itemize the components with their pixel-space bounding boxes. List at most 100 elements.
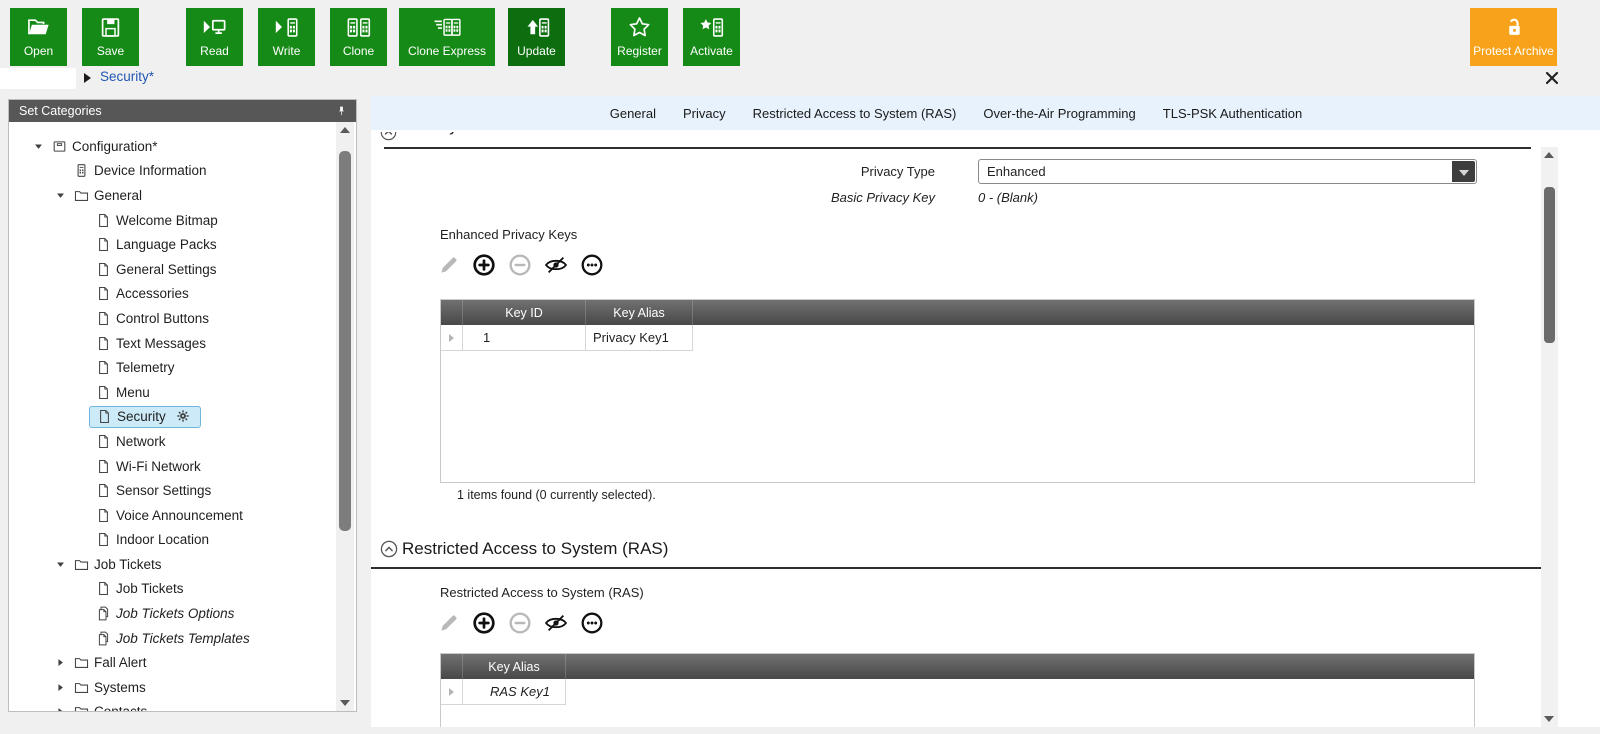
folder-icon (71, 679, 91, 696)
sidebar-item-security[interactable]: Security (9, 405, 356, 430)
expander-down-icon[interactable] (49, 559, 71, 570)
more-ellipsis-icon[interactable] (579, 610, 605, 636)
activate-button[interactable]: Activate (683, 8, 740, 66)
sidebar-item-fall-alert[interactable]: Fall Alert (9, 650, 356, 675)
pin-icon[interactable] (335, 105, 348, 118)
sidebar-item-sensor-settings[interactable]: Sensor Settings (9, 478, 356, 503)
close-icon[interactable] (1545, 71, 1559, 85)
sidebar-item-text-messages[interactable]: Text Messages (9, 331, 356, 356)
register-button[interactable]: Register (611, 8, 668, 66)
sidebar-item-configuration[interactable]: Configuration* (9, 134, 356, 159)
gear-icon[interactable] (175, 408, 191, 424)
dropdown-arrow-icon[interactable] (1452, 161, 1475, 182)
key-id-column-header[interactable]: Key ID (463, 300, 586, 325)
key-alias-column-header[interactable]: Key Alias (586, 300, 693, 325)
chevron-up-circle-icon[interactable] (380, 132, 397, 141)
privacy-type-dropdown[interactable]: Enhanced (978, 159, 1477, 184)
sidebar-item-general-settings[interactable]: General Settings (9, 257, 356, 282)
key-alias-column-header[interactable]: Key Alias (463, 654, 566, 679)
register-star-icon (626, 14, 653, 41)
hide-eye-off-icon[interactable] (543, 610, 569, 636)
clone-express-button[interactable]: Clone Express (399, 8, 495, 66)
key-id-cell[interactable]: 1 (463, 325, 586, 351)
sidebar-item-job-tickets[interactable]: Job Tickets (9, 577, 356, 602)
sidebar-item-network[interactable]: Network (9, 429, 356, 454)
expander-right-icon[interactable] (49, 682, 71, 693)
key-alias-cell[interactable]: Privacy Key1 (586, 325, 693, 351)
tree-scrollbar-thumb[interactable] (339, 151, 351, 531)
breadcrumb[interactable]: Security* (100, 69, 154, 84)
sidebar-item-voice-announcement[interactable]: Voice Announcement (9, 503, 356, 528)
sidebar-item-indoor-location[interactable]: Indoor Location (9, 528, 356, 553)
main-scrollbar-thumb[interactable] (1544, 187, 1555, 343)
sidebar-item-accessories[interactable]: Accessories (9, 282, 356, 307)
privacy-section-header: Privacy (380, 132, 880, 146)
ras-section-header[interactable]: Restricted Access to System (RAS) (380, 539, 668, 559)
tab-tls-psk[interactable]: TLS-PSK Authentication (1163, 106, 1302, 121)
scroll-down-arrow-icon[interactable] (1544, 716, 1554, 722)
chevron-up-circle-icon[interactable] (380, 540, 398, 558)
sidebar-item-control-buttons[interactable]: Control Buttons (9, 306, 356, 331)
tab-general[interactable]: General (610, 106, 656, 121)
write-button[interactable]: Write (258, 8, 315, 66)
open-button[interactable]: Open (10, 8, 67, 66)
tree-scrollbar[interactable] (336, 122, 354, 711)
open-folder-icon (25, 14, 52, 41)
tab-ras[interactable]: Restricted Access to System (RAS) (753, 106, 957, 121)
write-to-device-icon (273, 14, 300, 41)
remove-circle-icon[interactable] (507, 252, 533, 278)
tab-privacy[interactable]: Privacy (683, 106, 726, 121)
document-icon (93, 285, 113, 302)
update-button[interactable]: Update (508, 8, 565, 66)
expander-right-icon[interactable] (49, 657, 71, 668)
document-icon (93, 580, 113, 597)
scroll-up-arrow-icon[interactable] (340, 127, 350, 133)
ras-section-title: Restricted Access to System (RAS) (402, 539, 668, 559)
clone-devices-icon (345, 14, 372, 41)
sidebar-item-device-information[interactable]: Device Information (9, 159, 356, 184)
tab-ota-programming[interactable]: Over-the-Air Programming (983, 106, 1135, 121)
privacy-type-label: Privacy Type (735, 164, 935, 179)
sidebar-item-job-tickets-folder[interactable]: Job Tickets (9, 552, 356, 577)
document-icon (93, 531, 113, 548)
document-icon (93, 482, 113, 499)
save-button[interactable]: Save (82, 8, 139, 66)
hide-eye-off-icon[interactable] (543, 252, 569, 278)
set-categories-title: Set Categories (19, 104, 335, 118)
save-button-label: Save (97, 44, 124, 58)
add-circle-icon[interactable] (471, 252, 497, 278)
edit-pencil-icon[interactable] (437, 611, 461, 635)
expander-down-icon[interactable] (27, 141, 49, 152)
sidebar-item-welcome-bitmap[interactable]: Welcome Bitmap (9, 208, 356, 233)
row-selector-cell[interactable] (441, 679, 463, 705)
sidebar-item-contacts[interactable]: Contacts (9, 700, 356, 711)
sidebar-item-wifi-network[interactable]: Wi-Fi Network (9, 454, 356, 479)
document-icon (93, 507, 113, 524)
sidebar-item-systems[interactable]: Systems (9, 675, 356, 700)
more-ellipsis-icon[interactable] (579, 252, 605, 278)
clone-button[interactable]: Clone (330, 8, 387, 66)
read-button[interactable]: Read (186, 8, 243, 66)
row-selector-cell[interactable] (441, 325, 463, 351)
scroll-down-arrow-icon[interactable] (340, 700, 350, 706)
protect-archive-button[interactable]: Protect Archive (1470, 8, 1557, 66)
document-icon (93, 236, 113, 253)
table-row[interactable]: 1 Privacy Key1 (441, 325, 1474, 351)
remove-circle-icon[interactable] (507, 610, 533, 636)
edit-pencil-icon[interactable] (437, 253, 461, 277)
main-scrollbar[interactable] (1541, 147, 1558, 727)
key-alias-cell[interactable]: RAS Key1 (463, 679, 566, 705)
expander-down-icon[interactable] (49, 190, 71, 201)
sidebar-item-job-tickets-options[interactable]: Job Tickets Options (9, 601, 356, 626)
add-circle-icon[interactable] (471, 610, 497, 636)
table-row[interactable]: RAS Key1 (441, 679, 1474, 705)
document-icon (93, 384, 113, 401)
sidebar-item-language-packs[interactable]: Language Packs (9, 232, 356, 257)
sidebar-item-general[interactable]: General (9, 183, 356, 208)
sidebar-item-telemetry[interactable]: Telemetry (9, 355, 356, 380)
clone-express-button-label: Clone Express (408, 44, 486, 58)
sidebar-item-job-tickets-templates[interactable]: Job Tickets Templates (9, 626, 356, 651)
scroll-up-arrow-icon[interactable] (1544, 152, 1554, 158)
expander-right-icon[interactable] (49, 706, 71, 711)
sidebar-item-menu[interactable]: Menu (9, 380, 356, 405)
